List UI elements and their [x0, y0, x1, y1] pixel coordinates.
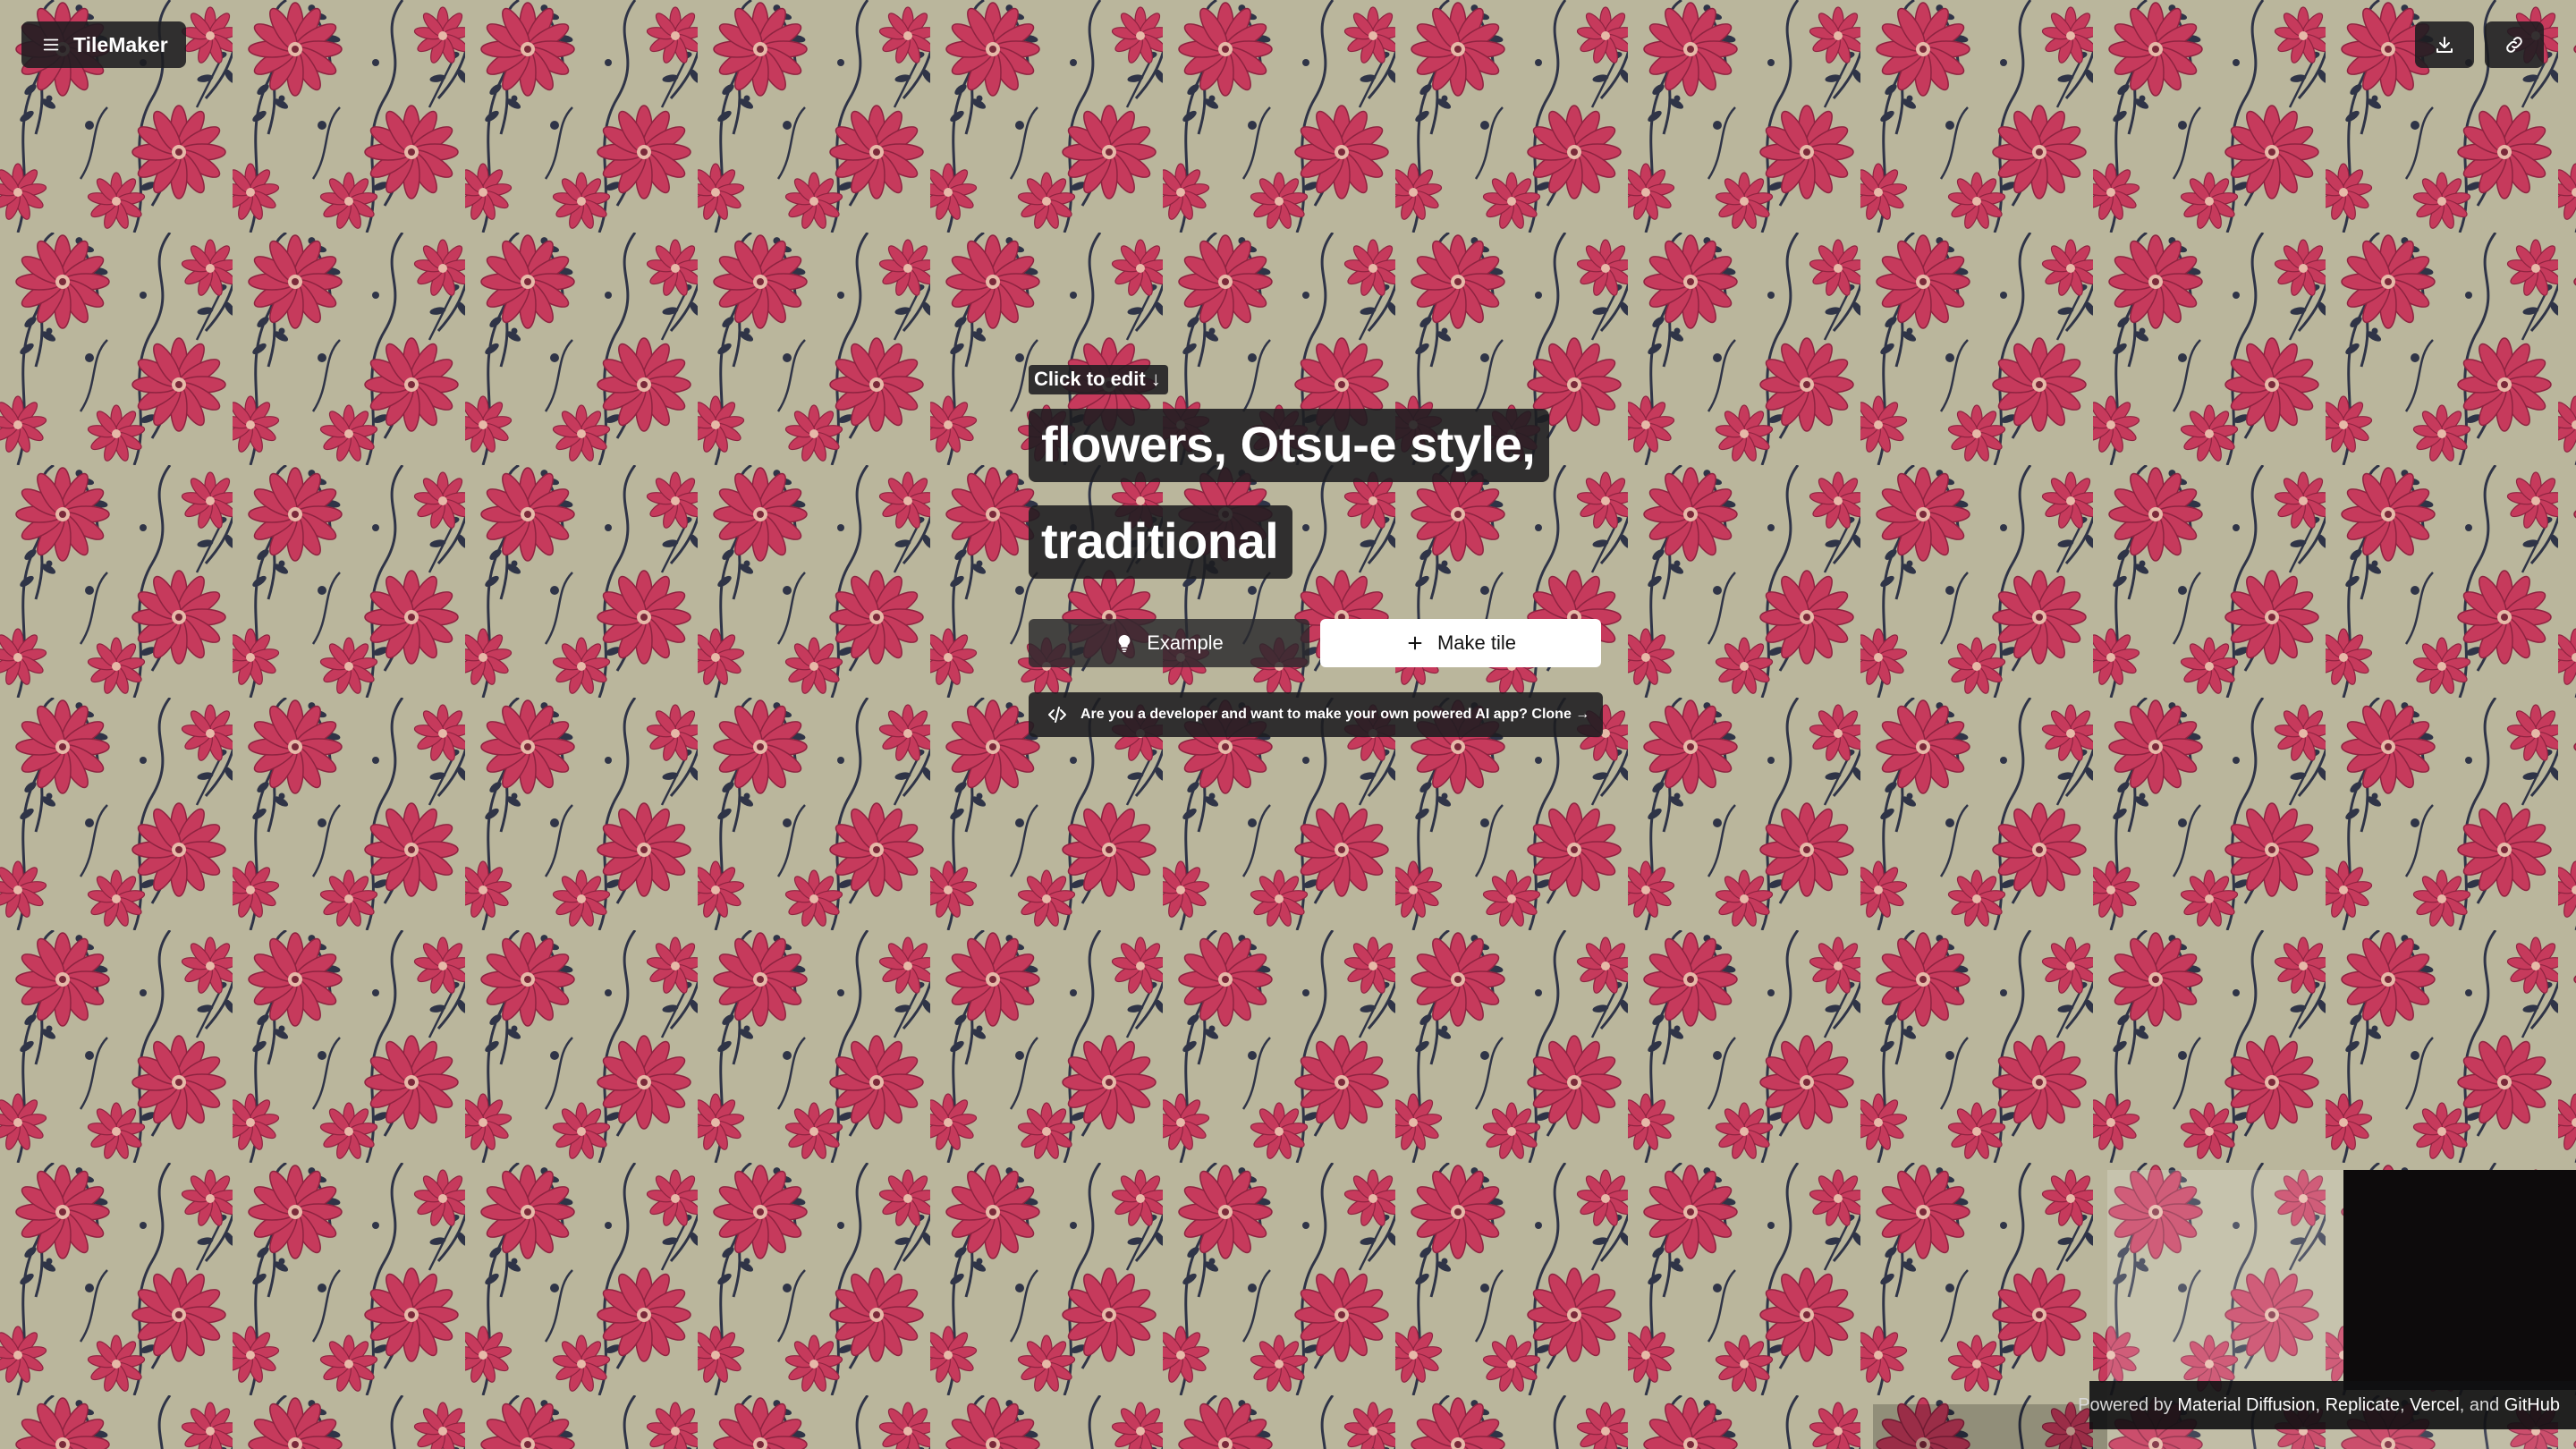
- plus-icon: [1408, 636, 1422, 650]
- footer-separator: ,: [2399, 1394, 2405, 1415]
- prompt-line-2[interactable]: traditional: [1029, 505, 1293, 579]
- footer-separator: , and: [2459, 1394, 2500, 1415]
- prompt-text[interactable]: flowers, Otsu-e style, traditional: [1029, 409, 1603, 602]
- make-tile-label: Make tile: [1436, 631, 1517, 654]
- action-buttons: Example Make tile: [1029, 619, 1601, 667]
- footer-shadow: [1873, 1404, 2107, 1449]
- developer-banner-text: Are you a developer and want to make you…: [1080, 707, 1590, 722]
- powered-by-prefix: Powered by: [2078, 1394, 2173, 1415]
- link-icon: [2506, 37, 2522, 53]
- tile-preview-overlay: [2107, 1170, 2343, 1390]
- preview-panel: [2343, 1170, 2576, 1390]
- download-icon: [2436, 37, 2453, 53]
- click-to-edit-hint: Click to edit ↓: [1029, 365, 1168, 394]
- example-label: Example: [1147, 631, 1224, 654]
- download-button[interactable]: [2415, 21, 2474, 68]
- copy-link-button[interactable]: [2485, 21, 2544, 68]
- lightbulb-icon: [1118, 634, 1131, 653]
- link-github[interactable]: GitHub: [2504, 1395, 2560, 1416]
- code-icon: [1048, 707, 1066, 723]
- developer-clone-banner[interactable]: Are you a developer and want to make you…: [1029, 692, 1603, 737]
- menu-button[interactable]: TileMaker: [21, 21, 186, 68]
- footer-separator: ,: [2315, 1394, 2321, 1415]
- prompt-editor: Click to edit ↓ flowers, Otsu-e style, t…: [1029, 365, 1603, 737]
- link-material-diffusion[interactable]: Material Diffusion: [2177, 1395, 2315, 1416]
- prompt-line-1[interactable]: flowers, Otsu-e style,: [1029, 409, 1550, 482]
- link-replicate[interactable]: Replicate: [2326, 1395, 2400, 1416]
- app-name: TileMaker: [73, 32, 168, 56]
- make-tile-button[interactable]: Make tile: [1320, 619, 1601, 667]
- example-button[interactable]: Example: [1029, 619, 1309, 667]
- powered-by-footer: Powered by Material Diffusion, Replicate…: [2078, 1381, 2576, 1429]
- link-vercel[interactable]: Vercel: [2410, 1395, 2460, 1416]
- menu-icon: [43, 38, 59, 51]
